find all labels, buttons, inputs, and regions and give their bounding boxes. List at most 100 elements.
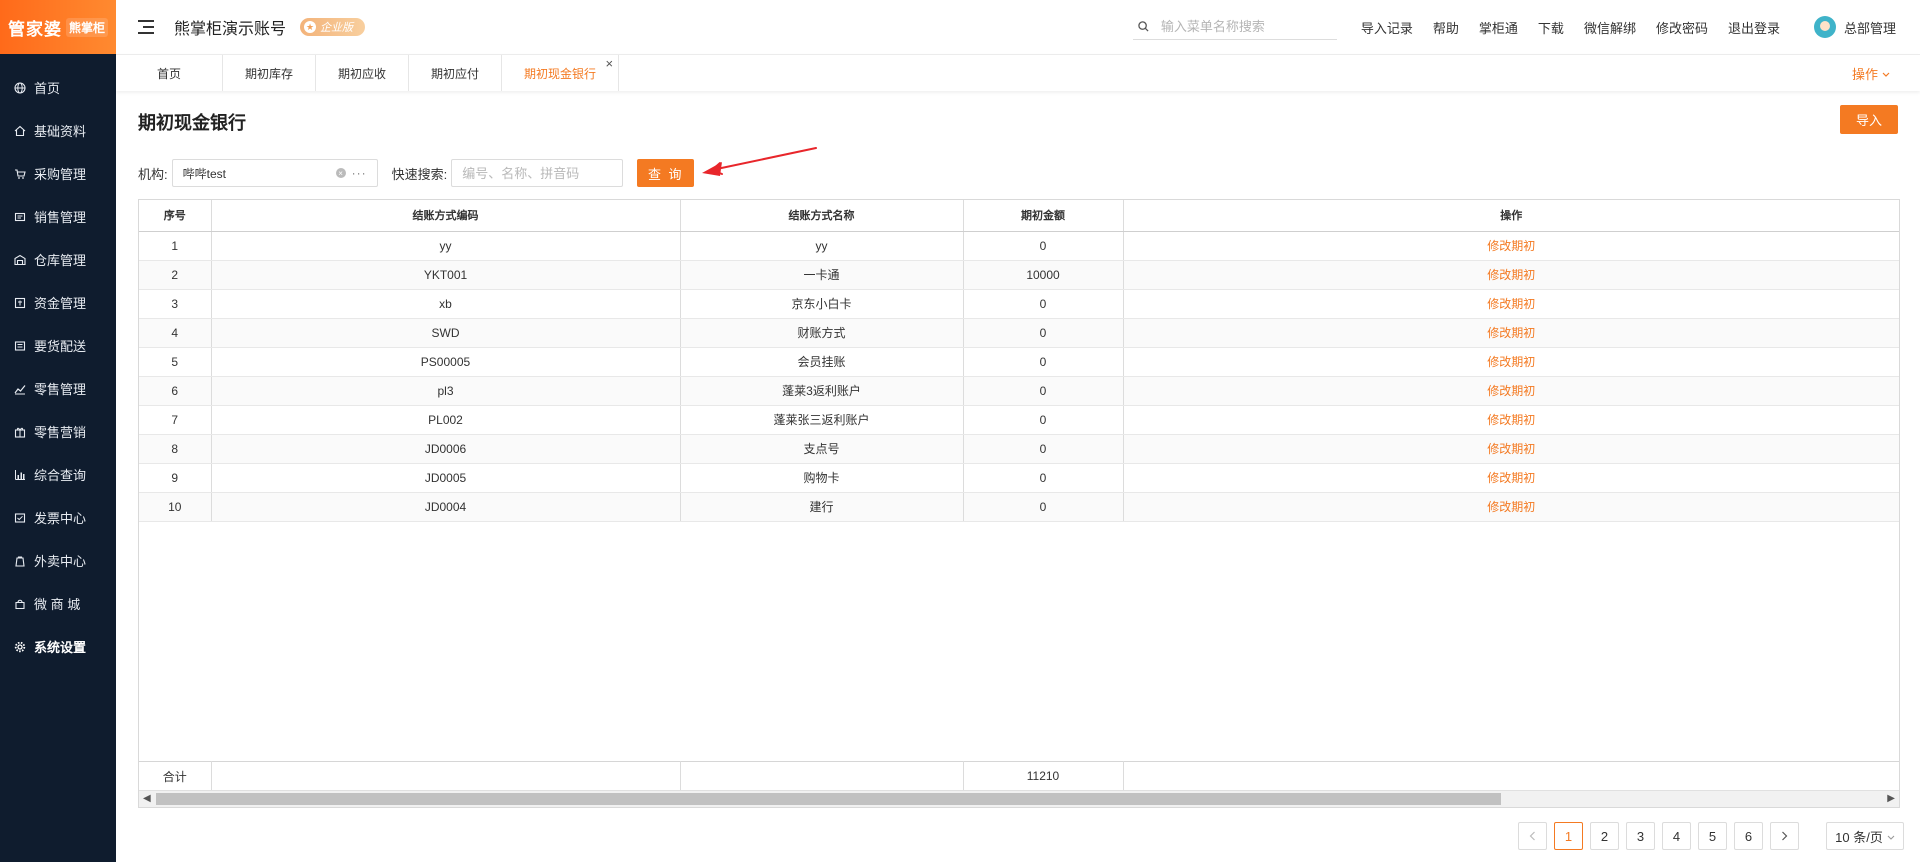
tab-home[interactable]: 首页 (116, 55, 223, 91)
row-name-cell: 蓬莱3返利账户 (680, 376, 964, 406)
help-link[interactable]: 帮助 (1433, 18, 1459, 37)
tab-opening-cash-bank[interactable]: 期初现金银行 × (502, 55, 620, 91)
edit-opening-link[interactable]: 修改期初 (1123, 289, 1899, 319)
row-code-cell: yy (211, 231, 681, 261)
sidebar-item[interactable]: 外卖中心 (0, 539, 116, 582)
page-button[interactable]: 2 (1590, 822, 1619, 850)
row-code-cell: xb (211, 289, 681, 319)
scrollbar-thumb[interactable] (156, 793, 1501, 805)
page-button[interactable]: 4 (1662, 822, 1691, 850)
import-button[interactable]: 导入 (1840, 105, 1898, 134)
shop-icon (14, 598, 26, 610)
edit-opening-link[interactable]: 修改期初 (1123, 463, 1899, 493)
table-header-row: 序号 结账方式编码 结账方式名称 期初金额 操作 (139, 200, 1899, 232)
tab-opening-receivable[interactable]: 期初应收 (316, 55, 410, 91)
sidebar-item-label: 零售营销 (34, 425, 87, 440)
row-code-cell: SWD (211, 318, 681, 348)
sidebar-item[interactable]: 基础资料 (0, 109, 116, 152)
row-code-cell: JD0004 (211, 492, 681, 522)
table-row: 9 JD0005 购物卡 0 修改期初 (139, 463, 1899, 493)
tab-operations-menu[interactable]: 操作 (1852, 55, 1890, 91)
total-cell (680, 761, 964, 791)
scroll-left-icon[interactable]: ◀ (143, 793, 151, 804)
page-button[interactable]: 3 (1626, 822, 1655, 850)
edit-opening-link[interactable]: 修改期初 (1123, 376, 1899, 406)
sidebar-item[interactable]: 资金管理 (0, 281, 116, 324)
logout-link[interactable]: 退出登录 (1728, 18, 1780, 37)
row-amount-cell: 0 (963, 434, 1124, 464)
tab-opening-payable[interactable]: 期初应付 (409, 55, 503, 91)
page-button[interactable]: 1 (1554, 822, 1583, 850)
page-button[interactable]: 5 (1698, 822, 1727, 850)
row-code-cell: pl3 (211, 376, 681, 406)
total-cell (211, 761, 681, 791)
sidebar-nav: 首页 基础资料 采购管理 销售管理仓库管理资金管理 要货配送 零售管理零售营销综合查询 发票… (0, 66, 116, 668)
next-page-icon[interactable] (1770, 822, 1799, 850)
query-button[interactable]: 查 询 (637, 159, 695, 187)
sidebar-item-label: 外卖中心 (34, 554, 87, 569)
wechat-unbind-link[interactable]: 微信解绑 (1584, 18, 1636, 37)
import-records-link[interactable]: 导入记录 (1361, 18, 1413, 37)
col-header-amount: 期初金额 (963, 200, 1124, 232)
edition-badge: ★ 企业版 (300, 18, 366, 36)
row-amount-cell: 0 (963, 376, 1124, 406)
zhangguitong-link[interactable]: 掌柜通 (1479, 18, 1518, 37)
row-code-cell: PL002 (211, 405, 681, 435)
sidebar-item[interactable]: 零售营销 (0, 410, 116, 453)
edit-opening-link[interactable]: 修改期初 (1123, 231, 1899, 261)
edit-opening-link[interactable]: 修改期初 (1123, 492, 1899, 522)
quick-search-input[interactable] (451, 159, 624, 187)
menu-search-input[interactable] (1160, 19, 1331, 34)
sidebar-item[interactable]: 销售管理 (0, 195, 116, 238)
download-link[interactable]: 下载 (1538, 18, 1564, 37)
sidebar-item[interactable]: 微 商 城 (0, 582, 116, 625)
edit-opening-link[interactable]: 修改期初 (1123, 260, 1899, 290)
edit-opening-link[interactable]: 修改期初 (1123, 347, 1899, 377)
row-name-cell: 蓬莱张三返利账户 (680, 405, 964, 435)
more-icon[interactable]: ··· (352, 166, 367, 180)
prev-page-icon[interactable] (1518, 822, 1547, 850)
edit-opening-link[interactable]: 修改期初 (1123, 434, 1899, 464)
edit-opening-link[interactable]: 修改期初 (1123, 405, 1899, 435)
takeout-icon (14, 555, 26, 567)
sidebar-item[interactable]: 系统设置 (0, 625, 116, 668)
col-header-name: 结账方式名称 (680, 200, 964, 232)
sidebar-item[interactable]: 采购管理 (0, 152, 116, 195)
menu-collapse-icon[interactable] (138, 20, 154, 34)
sidebar-item[interactable]: 发票中心 (0, 496, 116, 539)
scroll-right-icon[interactable]: ▶ (1887, 793, 1895, 804)
data-table: 序号 结账方式编码 结账方式名称 期初金额 操作 1 yy yy 0 修改期初 2 YKT0… (138, 199, 1900, 808)
user-name: 总部管理 (1843, 20, 1896, 36)
sidebar-item[interactable]: 零售管理 (0, 367, 116, 410)
change-password-link[interactable]: 修改密码 (1656, 18, 1708, 37)
star-icon: ★ (304, 21, 317, 33)
row-no-cell: 10 (139, 492, 212, 522)
row-code-cell: JD0005 (211, 463, 681, 493)
horizontal-scrollbar[interactable]: ◀ ▶ (139, 790, 1899, 807)
tab-operations-label: 操作 (1851, 66, 1878, 82)
cart-icon (14, 168, 26, 180)
search-icon[interactable] (1133, 21, 1155, 32)
sidebar-item[interactable]: 要货配送 (0, 324, 116, 367)
row-amount-cell: 0 (963, 289, 1124, 319)
clear-icon[interactable]: × (335, 168, 346, 178)
table-row: 4 SWD 财账方式 0 修改期初 (139, 318, 1899, 348)
sidebar-item[interactable]: 首页 (0, 66, 116, 109)
total-cell (1123, 761, 1899, 791)
edit-opening-link[interactable]: 修改期初 (1123, 318, 1899, 348)
row-name-cell: 财账方式 (680, 318, 964, 348)
invoice-icon (14, 512, 26, 524)
page-button[interactable]: 6 (1734, 822, 1763, 850)
page-size-select[interactable]: 10 条/页 (1826, 822, 1904, 850)
chevron-down-icon (1887, 829, 1895, 844)
table-row: 5 PS00005 会员挂账 0 修改期初 (139, 347, 1899, 377)
sidebar-item[interactable]: 综合查询 (0, 453, 116, 496)
close-icon[interactable]: × (605, 56, 613, 71)
tab-opening-inventory[interactable]: 期初库存 (223, 55, 317, 91)
row-amount-cell: 0 (963, 463, 1124, 493)
user-menu[interactable]: 总部管理 (1813, 16, 1896, 38)
org-selector[interactable]: 哔哔test × ··· (171, 159, 378, 187)
sidebar-item-label: 仓库管理 (34, 253, 87, 268)
sidebar-item[interactable]: 仓库管理 (0, 238, 116, 281)
row-amount-cell: 0 (963, 492, 1124, 522)
